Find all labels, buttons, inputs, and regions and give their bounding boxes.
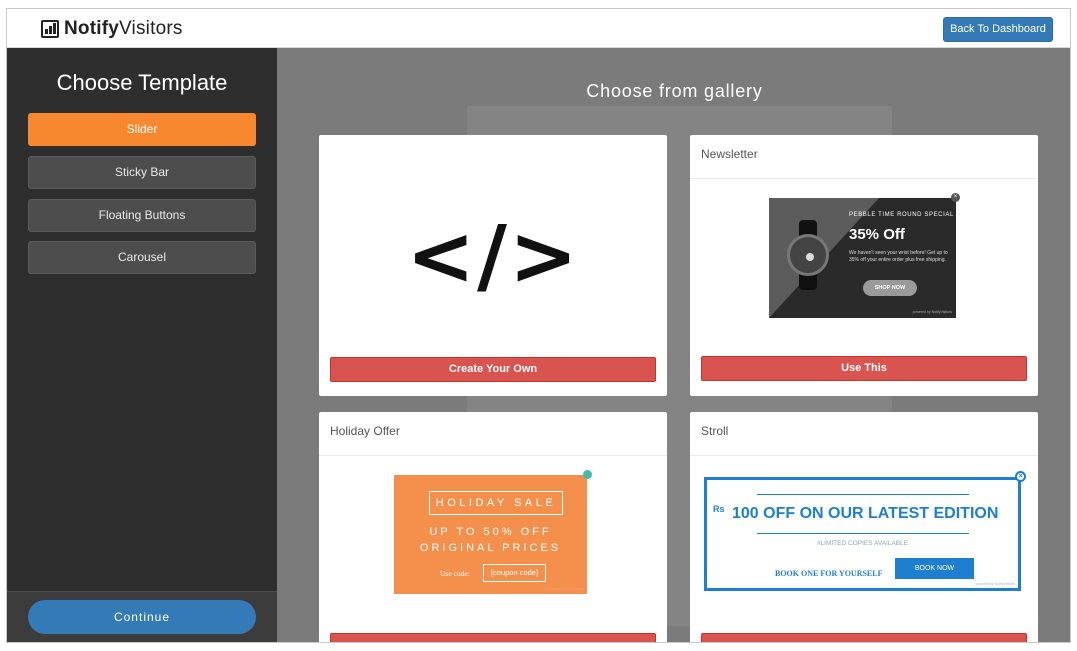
template-card-custom[interactable]: </> Create Your Own — [319, 135, 667, 396]
use-this-button[interactable] — [701, 633, 1027, 642]
preview-currency: Rs — [713, 504, 725, 514]
preview-cta-text: BOOK ONE FOR YOURSELF — [775, 569, 883, 578]
newsletter-preview: PEBBLE TIME ROUND SPECIAL 35% Off We hav… — [769, 198, 956, 318]
back-to-dashboard-button[interactable]: Back To Dashboard — [943, 17, 1053, 42]
preview-shop-now: SHOP NOW — [863, 280, 917, 296]
card-title: Stroll — [690, 412, 1038, 456]
preview-line-1: UP TO 50% OFF — [429, 526, 552, 538]
sidebar: Choose Template Slider Sticky Bar Floati… — [7, 48, 277, 642]
app-window: NotifyVisitors Back To Dashboard Choose … — [6, 8, 1071, 643]
continue-button[interactable]: Continue — [28, 600, 256, 634]
preview-kicker: PEBBLE TIME ROUND SPECIAL — [849, 212, 954, 218]
preview-badge: HOLIDAY SALE — [429, 491, 563, 515]
create-your-own-button[interactable]: Create Your Own — [330, 357, 656, 382]
use-this-button[interactable]: Use This — [701, 356, 1027, 381]
stroll-preview: Rs 100 OFF ON OUR LATEST EDITION #LIMITE… — [704, 477, 1021, 591]
close-icon: × — [951, 193, 960, 202]
preview-powered-by: powered by NotifyVisitors — [975, 582, 1015, 586]
preview-headline: 35% Off — [849, 226, 905, 243]
card-title: Holiday Offer — [319, 412, 667, 456]
top-bar: NotifyVisitors Back To Dashboard — [7, 9, 1070, 48]
template-type-carousel[interactable]: Carousel — [28, 241, 256, 274]
card-title: Newsletter — [690, 135, 1038, 179]
chart-logo-icon — [41, 20, 59, 38]
gallery-area: Choose from gallery </> Create Your Own … — [277, 48, 1070, 642]
preview-code-label: Use code: — [440, 569, 470, 578]
sidebar-footer: Continue — [7, 591, 277, 642]
gallery-title: Choose from gallery — [586, 81, 763, 101]
template-type-sticky-bar[interactable]: Sticky Bar — [28, 156, 256, 189]
preview-coupon-code: [coupon code] — [483, 564, 546, 582]
template-type-slider[interactable]: Slider — [28, 113, 256, 146]
sidebar-title: Choose Template — [56, 70, 228, 95]
logo[interactable]: NotifyVisitors — [41, 18, 183, 40]
holiday-preview: HOLIDAY SALE UP TO 50% OFF ORIGINAL PRIC… — [394, 475, 587, 594]
preview-tag: #LIMITED COPIES AVAILABLE — [816, 540, 909, 547]
close-dot-icon — [583, 470, 592, 479]
close-icon: × — [1015, 471, 1026, 482]
preview-line-2: ORIGINAL PRICES — [419, 542, 562, 554]
watch-image — [785, 220, 831, 290]
use-this-button[interactable] — [330, 633, 656, 642]
template-card-holiday-offer[interactable]: Holiday Offer HOLIDAY SALE UP TO 50% OFF… — [319, 412, 667, 642]
preview-powered-by: powered by NotifyVisitors — [543, 587, 583, 591]
preview-headline: 100 OFF ON OUR LATEST EDITION — [732, 505, 999, 522]
template-card-newsletter[interactable]: Newsletter PEBBLE TIME ROUND SPECIAL 35%… — [690, 135, 1038, 396]
code-icon: </> — [406, 209, 580, 304]
preview-powered-by: powered by NotifyVisitors — [912, 310, 952, 314]
preview-book-now: BOOK NOW — [895, 558, 974, 579]
logo-text: NotifyVisitors — [64, 18, 183, 39]
template-type-floating-buttons[interactable]: Floating Buttons — [28, 199, 256, 232]
template-card-stroll[interactable]: Stroll Rs 100 OFF ON OUR LATEST EDITION … — [690, 412, 1038, 642]
preview-body: We haven't seen your wrist before! Get u… — [849, 250, 948, 263]
